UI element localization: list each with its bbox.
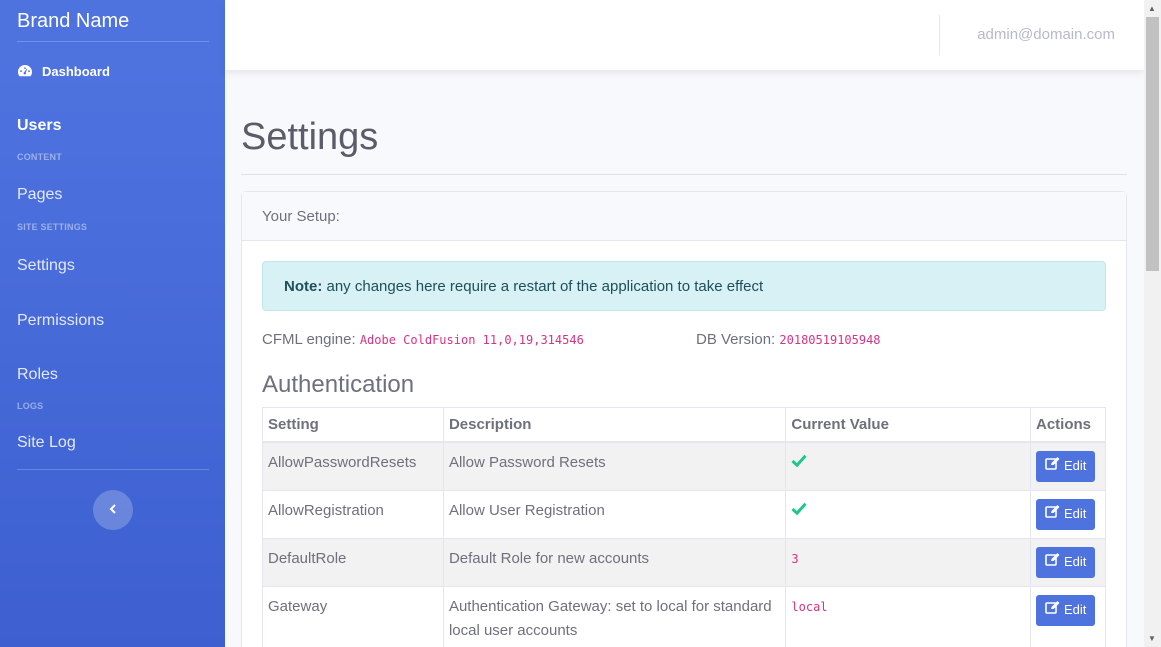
column-header-setting: Setting [262, 407, 444, 443]
title-divider [241, 174, 1127, 175]
value-code: local [791, 599, 828, 614]
description-cell: Authentication Gateway: set to local for… [442, 585, 787, 647]
description-cell: Allow User Registration [442, 489, 787, 539]
sidebar-item-label: Settings [17, 256, 75, 274]
description-cell: Allow Password Resets [442, 441, 787, 491]
edit-icon [1045, 598, 1060, 622]
sidebar-item-permissions[interactable]: Permissions [0, 293, 225, 349]
note-label: Note: [284, 278, 323, 295]
sidebar-item-label: Roles [17, 366, 58, 383]
edit-button[interactable]: Edit [1035, 498, 1096, 530]
engine-info-row: CFML engine: Adobe ColdFusion 11,0,19,31… [262, 311, 1106, 351]
edit-button-label: Edit [1063, 602, 1087, 617]
edit-button-label: Edit [1063, 506, 1087, 521]
topbar: admin@domain.com [225, 0, 1144, 70]
edit-icon [1045, 550, 1060, 574]
cfml-engine-label: CFML engine: [262, 331, 356, 348]
column-header-current-value: Current Value [785, 407, 1031, 443]
setting-cell: AllowRegistration [262, 489, 444, 539]
value-cell [785, 489, 1031, 539]
description-cell: Default Role for new accounts [442, 537, 787, 587]
sidebar-item-label: Pages [17, 186, 63, 203]
settings-table: Setting Description Current Value Action… [262, 407, 1107, 647]
sidebar-heading-content: CONTENT [17, 152, 62, 162]
table-row: AllowRegistration Allow User Registratio… [262, 489, 1107, 539]
db-version-info: DB Version: 20180519105948 [696, 331, 881, 348]
sidebar-item-site-log[interactable]: Site Log [0, 417, 225, 469]
edit-icon [1045, 454, 1060, 478]
actions-cell: Edit [1029, 537, 1107, 587]
sidebar-item-label: Dashboard [42, 63, 110, 79]
sidebar-heading-logs: LOGS [17, 401, 44, 411]
setup-card: Your Setup: Note: any changes here requi… [241, 191, 1127, 647]
table-row: AllowPasswordResets Allow Password Reset… [262, 441, 1107, 491]
table-header-row: Setting Description Current Value Action… [262, 407, 1107, 443]
card-header: Your Setup: [242, 192, 1126, 241]
actions-cell: Edit [1029, 441, 1107, 491]
scroll-down-arrow-icon[interactable]: ▼ [1148, 634, 1156, 643]
edit-button-label: Edit [1063, 458, 1087, 473]
sidebar-divider [17, 469, 209, 470]
sidebar-item-pages[interactable]: Pages [0, 168, 225, 222]
sidebar-item-roles[interactable]: Roles [0, 349, 225, 401]
value-cell: local [785, 585, 1031, 647]
note-text: any changes here require a restart of th… [322, 278, 764, 295]
card-body: Note: any changes here require a restart… [242, 241, 1126, 647]
cfml-engine-value: Adobe ColdFusion 11,0,19,314546 [359, 333, 584, 347]
sidebar-item-users[interactable]: Users [0, 100, 225, 152]
edit-button[interactable]: Edit [1035, 450, 1096, 482]
table-row: DefaultRole Default Role for new account… [262, 537, 1107, 587]
page-title: Settings [241, 116, 379, 158]
edit-button[interactable]: Edit [1035, 546, 1096, 578]
actions-cell: Edit [1029, 489, 1107, 539]
table-row: Gateway Authentication Gateway: set to l… [262, 585, 1107, 647]
check-icon [791, 454, 808, 467]
db-version-value: 20180519105948 [779, 333, 881, 347]
sidebar-toggle-button[interactable] [92, 490, 133, 530]
db-version-label: DB Version: [696, 331, 776, 348]
value-code: 3 [791, 551, 799, 566]
scroll-up-arrow-icon[interactable]: ▲ [1148, 4, 1156, 13]
sidebar-item-label: Site Log [17, 434, 76, 451]
actions-cell: Edit [1029, 585, 1107, 647]
cfml-engine-info: CFML engine: Adobe ColdFusion 11,0,19,31… [262, 331, 584, 348]
sidebar-item-label: Users [17, 117, 62, 134]
sidebar-item-label: Permissions [17, 312, 105, 329]
setting-cell: Gateway [262, 585, 444, 647]
sidebar: Brand Name Dashboard Users CONTENT Pages… [0, 0, 225, 647]
column-header-description: Description [442, 407, 787, 443]
user-menu[interactable]: admin@domain.com [977, 26, 1115, 43]
brand-name[interactable]: Brand Name [0, 0, 225, 41]
topbar-divider [939, 15, 940, 55]
sidebar-toggle-wrap [0, 490, 225, 530]
authentication-heading: Authentication [262, 371, 415, 398]
value-cell: 3 [785, 537, 1031, 587]
edit-icon [1045, 502, 1060, 526]
setting-cell: DefaultRole [262, 537, 444, 587]
setting-cell: AllowPasswordResets [262, 441, 444, 491]
restart-note-alert: Note: any changes here require a restart… [262, 261, 1106, 311]
main-content: Settings Your Setup: Note: any changes h… [225, 70, 1144, 647]
vertical-scrollbar[interactable]: ▲ ▼ [1144, 0, 1161, 647]
check-icon [791, 502, 808, 515]
sidebar-item-settings[interactable]: Settings [0, 238, 225, 293]
sidebar-item-dashboard[interactable]: Dashboard [0, 42, 225, 100]
value-cell [785, 441, 1031, 491]
chevron-left-icon [109, 501, 117, 519]
scrollbar-thumb[interactable] [1146, 17, 1159, 271]
column-header-actions: Actions [1029, 407, 1107, 443]
edit-button-label: Edit [1063, 554, 1087, 569]
tachometer-icon [17, 64, 33, 78]
sidebar-heading-site-settings: SITE SETTINGS [17, 222, 88, 232]
edit-button[interactable]: Edit [1035, 594, 1096, 626]
